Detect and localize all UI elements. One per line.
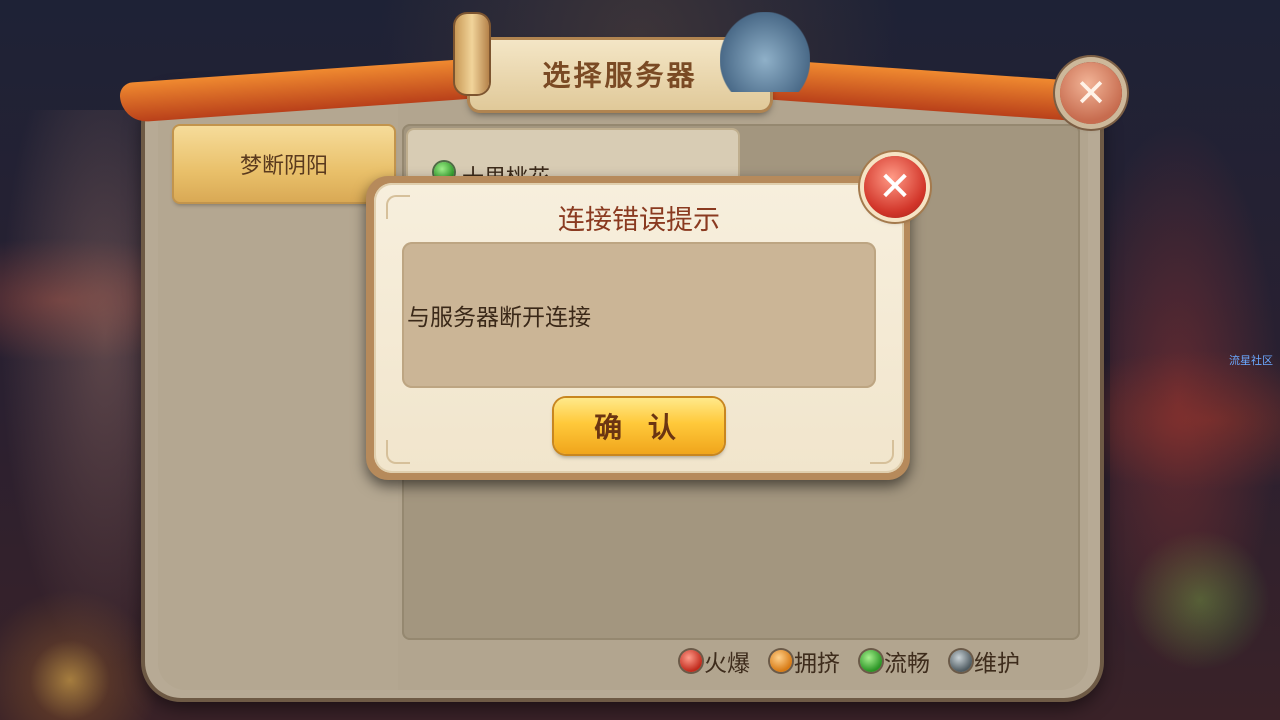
character-art-left xyxy=(0,110,150,670)
legend-item-maintenance: 维护 xyxy=(950,644,1020,678)
panel-title: 选择服务器 xyxy=(542,59,698,92)
legend-label: 流畅 xyxy=(884,651,930,677)
close-icon: ✕ xyxy=(1075,71,1107,115)
red-dot-icon xyxy=(680,650,702,672)
corner-ornament-icon xyxy=(870,440,894,464)
close-icon: ✕ xyxy=(878,164,912,210)
corner-ornament-icon xyxy=(386,440,410,464)
confirm-button[interactable]: 确 认 xyxy=(554,398,724,454)
close-dialog-button[interactable]: ✕ xyxy=(864,156,926,218)
legend-label: 维护 xyxy=(974,651,1020,677)
watermark-text: 流星社区 xyxy=(1229,354,1273,367)
dialog-title: 连接错误提示 xyxy=(558,205,720,236)
legend-item-hot: 火爆 xyxy=(680,644,750,678)
legend-item-crowded: 拥挤 xyxy=(770,644,840,678)
confirm-button-label: 确 认 xyxy=(594,411,684,444)
legend-item-smooth: 流畅 xyxy=(860,644,930,678)
category-tab-mengduan-yinyang[interactable]: 梦断阴阳 xyxy=(174,126,394,202)
legend-label: 火爆 xyxy=(704,651,750,677)
legend-label: 拥挤 xyxy=(794,651,840,677)
green-dot-icon xyxy=(860,650,882,672)
status-legend: 火爆 拥挤 流畅 维护 xyxy=(680,644,1020,678)
character-art-right xyxy=(1110,120,1280,680)
close-panel-button[interactable]: ✕ xyxy=(1060,62,1122,124)
gray-dot-icon xyxy=(950,650,972,672)
orange-dot-icon xyxy=(770,650,792,672)
category-tab-label: 梦断阴阳 xyxy=(239,154,328,179)
dialog-message: 与服务器断开连接 xyxy=(407,305,591,331)
